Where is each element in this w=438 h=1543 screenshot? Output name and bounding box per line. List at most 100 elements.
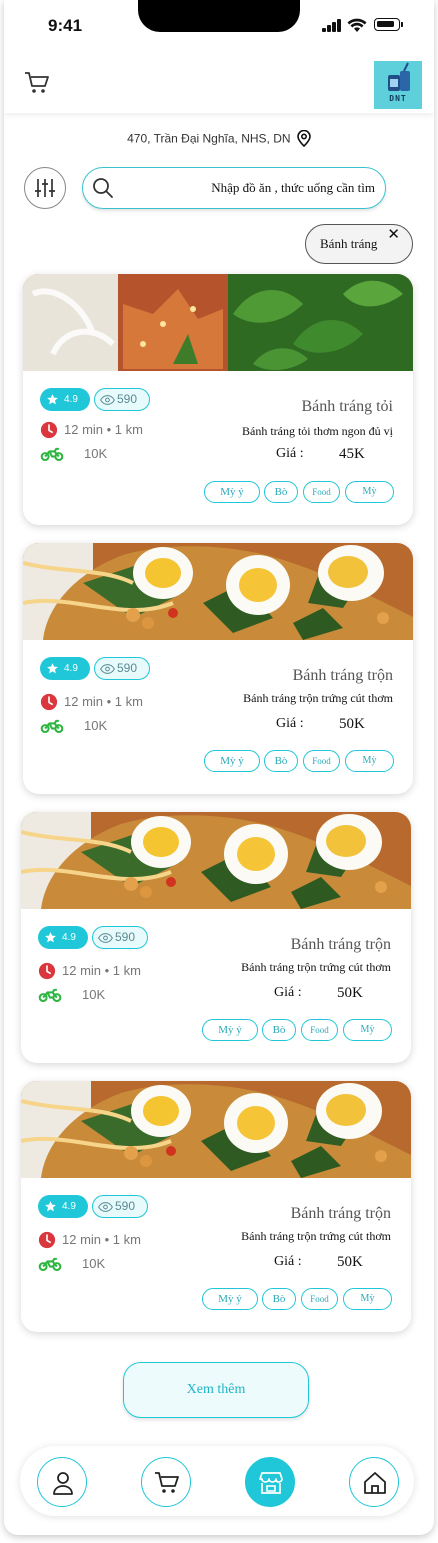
tag-chip[interactable]: Food — [303, 481, 340, 503]
motorbike-icon — [38, 988, 62, 1002]
filter-button[interactable] — [24, 167, 66, 209]
tag-chip[interactable]: Bò — [262, 1288, 296, 1310]
active-filter-chip[interactable]: Bánh tráng ✕ — [305, 224, 413, 264]
search-bar[interactable] — [82, 167, 386, 209]
views-badge: 590 — [92, 926, 148, 949]
price-value: 45K — [339, 446, 365, 462]
motorbike-icon — [40, 719, 64, 733]
tag-chip[interactable]: Mỳ ý — [202, 1288, 258, 1310]
cart-icon — [155, 1472, 179, 1493]
home-icon — [364, 1472, 386, 1494]
eye-icon — [98, 933, 113, 943]
wifi-icon — [347, 18, 367, 32]
tag-chip[interactable]: Food — [301, 1019, 338, 1041]
nav-cart-button[interactable] — [141, 1457, 191, 1507]
rating-value: 4.9 — [62, 1201, 76, 1212]
food-card[interactable]: 4.9 590 12 min • 1 km 10K Bánh tráng trộ… — [23, 543, 413, 794]
rating-value: 4.9 — [64, 663, 78, 674]
nav-home-button[interactable] — [349, 1457, 399, 1507]
nav-store-button[interactable] — [245, 1457, 295, 1507]
price-label: Giá : — [274, 985, 302, 1000]
rating-badge: 4.9 — [38, 926, 88, 949]
tag-chip[interactable]: Mỳ ý — [202, 1019, 258, 1041]
ship-fee-value: 10K — [82, 987, 106, 1002]
shipping-fee: 10K — [38, 1256, 105, 1275]
shipping-fee: 10K — [38, 987, 105, 1006]
nav-profile-button[interactable] — [37, 1457, 87, 1507]
delivery-address[interactable]: 470, Trần Đại Nghĩa, NHS, DN — [4, 129, 434, 148]
tag-chip[interactable]: Mỳ — [343, 1288, 392, 1310]
price-label: Giá : — [276, 446, 304, 461]
signal-icon — [322, 19, 342, 32]
shipping-fee: 10K — [40, 446, 107, 465]
price-value: 50K — [337, 1254, 363, 1270]
food-description: Bánh tráng trộn trứng cút thơm — [241, 1229, 391, 1243]
food-card[interactable]: 4.9 590 12 min • 1 km 10K Bánh tráng trộ… — [21, 812, 411, 1063]
top-header: DNT — [4, 53, 434, 113]
tag-chip[interactable]: Mỳ ý — [204, 481, 260, 503]
food-card[interactable]: 4.9 590 12 min • 1 km 10K Bánh tráng tỏi… — [23, 274, 413, 525]
search-input[interactable] — [123, 168, 375, 208]
brand-logo[interactable]: DNT — [374, 61, 422, 109]
eye-icon — [100, 664, 115, 674]
load-more-button[interactable]: Xem thêm — [123, 1362, 309, 1418]
food-image — [23, 543, 413, 640]
food-description: Bánh tráng trộn trứng cút thơm — [243, 691, 393, 705]
star-icon — [44, 1200, 57, 1213]
time-distance: 12 min • 1 km — [62, 1232, 141, 1247]
food-card[interactable]: 4.9 590 12 min • 1 km 10K Bánh tráng trộ… — [21, 1081, 411, 1332]
notch — [138, 0, 300, 32]
sliders-icon — [35, 179, 55, 197]
phone-screen: 9:41 DNT 470, Trần Đại Nghĩa, NHS, DN Nh… — [4, 0, 434, 1535]
tag-chip[interactable]: Mỳ ý — [204, 750, 260, 772]
views-count: 590 — [117, 661, 138, 675]
time-distance: 12 min • 1 km — [62, 963, 141, 978]
time-distance: 12 min • 1 km — [64, 422, 143, 437]
rating-badge: 4.9 — [40, 388, 90, 411]
clock-icon — [38, 962, 56, 980]
clock-icon — [40, 421, 58, 439]
star-icon — [46, 393, 59, 406]
views-count: 590 — [115, 1199, 136, 1213]
filter-chip-label: Bánh tráng — [320, 236, 378, 251]
status-time: 9:41 — [48, 16, 83, 35]
food-image — [21, 1081, 411, 1178]
tag-chip[interactable]: Bò — [262, 1019, 296, 1041]
star-icon — [44, 931, 57, 944]
views-count: 590 — [117, 392, 138, 406]
tag-chip[interactable]: Bò — [264, 481, 298, 503]
food-name: Bánh tráng tỏi — [301, 398, 393, 415]
food-name: Bánh tráng trộn — [290, 1205, 391, 1222]
food-name: Bánh tráng trộn — [292, 667, 393, 684]
motorbike-icon — [38, 1257, 62, 1271]
tag-chip[interactable]: Mỳ — [343, 1019, 392, 1041]
cart-icon[interactable] — [24, 71, 50, 95]
motorbike-icon — [40, 447, 64, 461]
time-distance: 12 min • 1 km — [64, 694, 143, 709]
logo-text: DNT — [389, 94, 407, 103]
food-name: Bánh tráng trộn — [290, 936, 391, 953]
address-text: 470, Trần Đại Nghĩa, NHS, DN — [127, 131, 291, 146]
tag-chip[interactable]: Mỳ — [345, 481, 394, 503]
tag-chip[interactable]: Food — [303, 750, 340, 772]
ship-fee-value: 10K — [82, 1256, 106, 1271]
store-icon — [259, 1472, 283, 1494]
bottom-nav — [20, 1446, 414, 1516]
food-image — [23, 274, 413, 371]
battery-icon — [374, 18, 403, 31]
tag-chip[interactable]: Bò — [264, 750, 298, 772]
location-pin-icon — [297, 129, 311, 148]
rating-badge: 4.9 — [40, 657, 90, 680]
food-description: Bánh tráng trộn trứng cút thơm — [241, 960, 391, 974]
food-description: Bánh tráng tỏi thơm ngon đủ vị — [241, 424, 393, 438]
ship-fee-value: 10K — [84, 446, 108, 461]
views-count: 590 — [115, 930, 136, 944]
clock-icon — [40, 693, 58, 711]
rating-badge: 4.9 — [38, 1195, 88, 1218]
star-icon — [46, 662, 59, 675]
ship-fee-value: 10K — [84, 718, 108, 733]
tag-chip[interactable]: Food — [301, 1288, 338, 1310]
eye-icon — [98, 1202, 113, 1212]
tag-chip[interactable]: Mỳ — [345, 750, 394, 772]
close-icon[interactable]: ✕ — [387, 225, 400, 243]
